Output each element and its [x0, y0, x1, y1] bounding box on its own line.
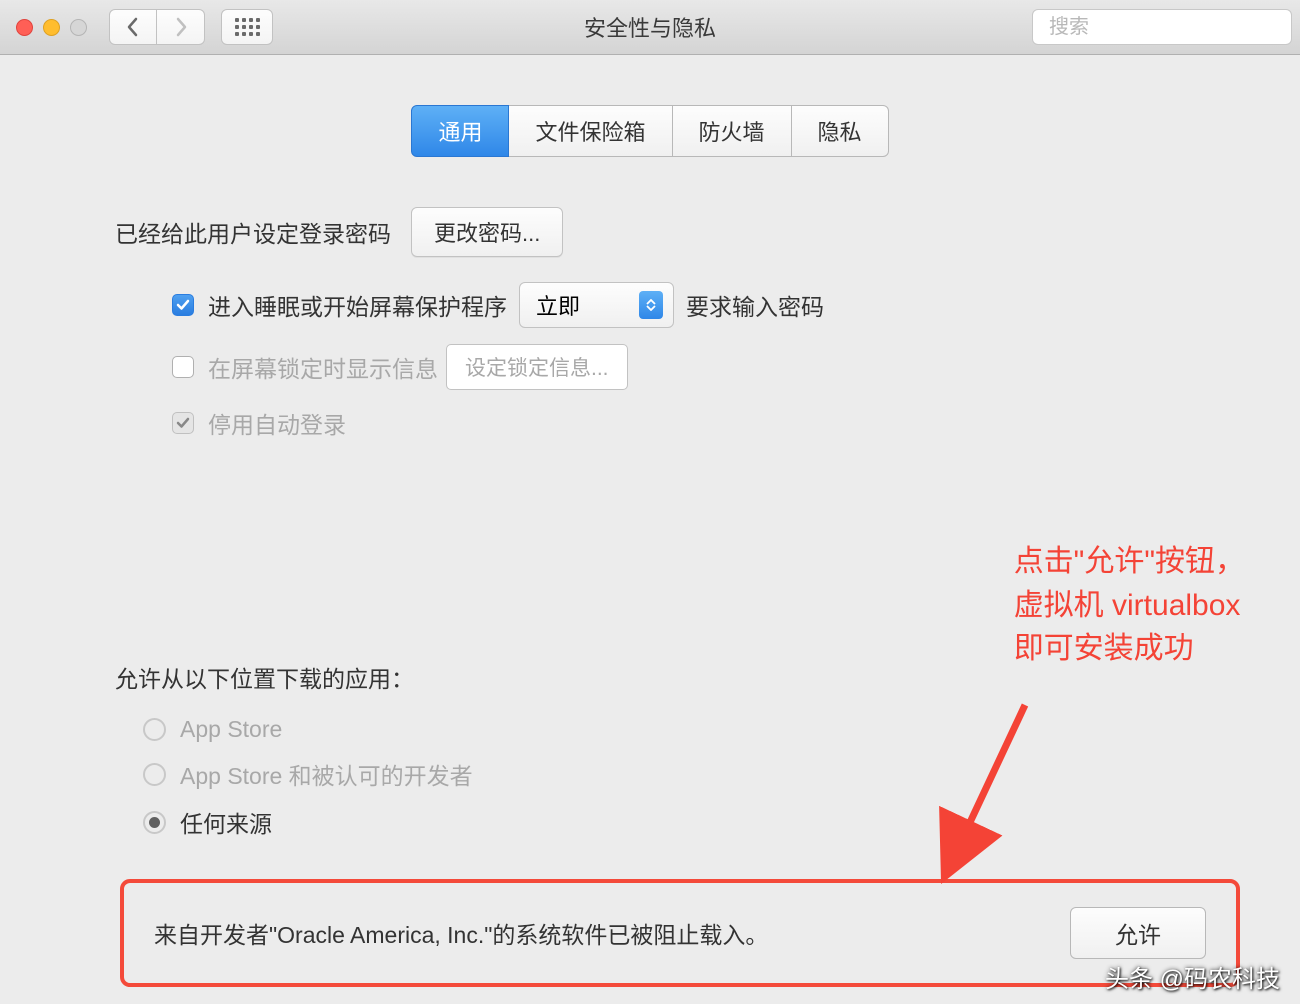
show-message-checkbox[interactable] [172, 356, 194, 378]
chevron-left-icon [126, 17, 140, 37]
radio-appstore[interactable]: App Store [143, 716, 1200, 743]
show-message-row: 在屏幕锁定时显示信息 设定锁定信息... [172, 344, 1200, 390]
radio-label: App Store [180, 716, 282, 743]
tab-firewall[interactable]: 防火墙 [673, 105, 792, 157]
set-lock-message-button[interactable]: 设定锁定信息... [446, 344, 628, 390]
nav-buttons [109, 9, 205, 45]
require-password-checkbox[interactable] [172, 294, 194, 316]
radio-button [143, 763, 166, 786]
back-button[interactable] [109, 9, 157, 45]
blocked-message: 来自开发者"Oracle America, Inc."的系统软件已被阻止载入。 [154, 916, 768, 950]
disable-autologin-row: 停用自动登录 [172, 406, 1200, 440]
chevron-right-icon [174, 17, 188, 37]
disable-autologin-label: 停用自动登录 [208, 406, 346, 440]
radio-label: App Store 和被认可的开发者 [180, 757, 473, 791]
maximize-window-button[interactable] [70, 19, 87, 36]
disable-autologin-checkbox[interactable] [172, 412, 194, 434]
watermark: 头条 @码农科技 [1105, 959, 1280, 994]
tab-filevault[interactable]: 文件保险箱 [509, 105, 672, 157]
allow-downloads-section: 允许从以下位置下载的应用： App Store App Store 和被认可的开… [115, 660, 1200, 987]
radio-button [143, 811, 166, 834]
select-stepper-icon [639, 291, 663, 319]
window-titlebar: 安全性与隐私 [0, 0, 1300, 55]
close-window-button[interactable] [16, 19, 33, 36]
delay-select-value: 立即 [536, 289, 580, 321]
delay-select[interactable]: 立即 [519, 282, 674, 328]
blocked-software-box: 来自开发者"Oracle America, Inc."的系统软件已被阻止载入。 … [120, 879, 1240, 987]
require-password-suffix: 要求输入密码 [686, 288, 824, 322]
password-set-row: 已经给此用户设定登录密码 更改密码... [115, 207, 1200, 257]
forward-button[interactable] [157, 9, 205, 45]
radio-button [143, 718, 166, 741]
radio-appstore-identified[interactable]: App Store 和被认可的开发者 [143, 757, 1200, 791]
minimize-window-button[interactable] [43, 19, 60, 36]
tab-bar: 通用 文件保险箱 防火墙 隐私 [100, 105, 1200, 157]
traffic-lights [16, 19, 87, 36]
window-title: 安全性与隐私 [584, 11, 716, 43]
annotation-text: 点击"允许"按钮， 虚拟机 virtualbox 即可安装成功 [1014, 540, 1245, 671]
allow-button[interactable]: 允许 [1070, 907, 1206, 959]
show-message-label: 在屏幕锁定时显示信息 [208, 350, 438, 384]
require-password-prefix: 进入睡眠或开始屏幕保护程序 [208, 288, 507, 322]
change-password-button[interactable]: 更改密码... [411, 207, 563, 257]
tab-privacy[interactable]: 隐私 [792, 105, 889, 157]
search-field[interactable] [1032, 9, 1292, 45]
show-all-button[interactable] [221, 9, 273, 45]
search-input[interactable] [1049, 16, 1300, 39]
grid-icon [235, 18, 260, 36]
password-set-label: 已经给此用户设定登录密码 [115, 215, 391, 249]
tab-general[interactable]: 通用 [411, 105, 509, 157]
radio-anywhere[interactable]: 任何来源 [143, 805, 1200, 839]
radio-label: 任何来源 [180, 805, 272, 839]
checkmark-icon [175, 415, 191, 431]
checkmark-icon [175, 297, 191, 313]
require-password-row: 进入睡眠或开始屏幕保护程序 立即 要求输入密码 [172, 282, 1200, 328]
